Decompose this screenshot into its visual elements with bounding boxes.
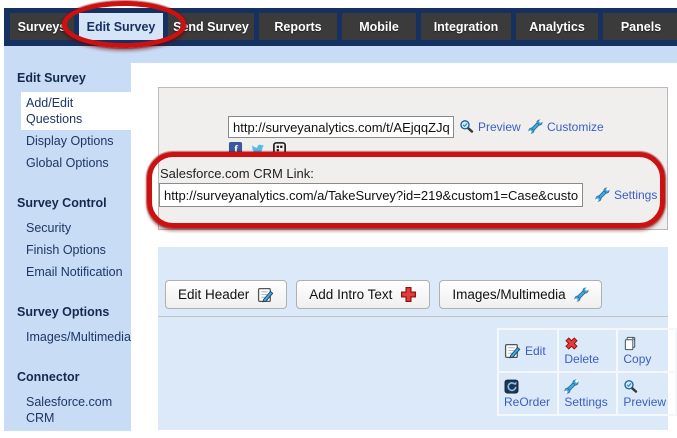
tab-reports[interactable]: Reports	[259, 13, 337, 40]
edit-action-label: Edit	[525, 344, 546, 358]
images-multimedia-button-label: Images/Multimedia	[452, 287, 565, 302]
edit-pad-icon	[504, 342, 521, 359]
magnifier-icon	[623, 379, 638, 394]
add-intro-text-button-label: Add Intro Text	[309, 287, 392, 302]
crm-settings-link[interactable]: Settings	[595, 187, 657, 202]
toolbar-divider	[158, 316, 668, 317]
sidebar-item-salesforce-crm[interactable]: Salesforce.com CRM	[4, 391, 131, 429]
tab-send-survey[interactable]: Send Survey	[168, 13, 254, 40]
survey-url-input[interactable]	[228, 116, 454, 138]
crm-url-input[interactable]	[159, 183, 583, 207]
preview-link[interactable]: Preview	[459, 119, 521, 134]
preview-link-label: Preview	[478, 120, 521, 134]
copy-action-label: Copy	[623, 352, 651, 366]
copy-action[interactable]: Copy	[617, 329, 676, 372]
plus-icon	[400, 286, 417, 303]
images-multimedia-button[interactable]: Images/Multimedia	[439, 280, 601, 309]
wrench-icon	[564, 379, 579, 394]
page: Surveys Edit Survey Send Survey Reports …	[0, 0, 677, 438]
crm-link-label: Salesforce.com CRM Link:	[160, 166, 314, 181]
facebook-icon[interactable]	[228, 141, 243, 156]
delete-action[interactable]: Delete	[558, 329, 617, 372]
reorder-action[interactable]: ReOrder	[498, 372, 558, 415]
survey-link-panel	[158, 87, 668, 230]
delete-action-label: Delete	[564, 352, 599, 366]
delete-x-icon	[564, 336, 579, 351]
wrench-icon	[528, 119, 543, 134]
social-share-row	[228, 141, 287, 156]
settings-action-label: Settings	[564, 395, 607, 409]
sidebar-section-connector: Connector	[17, 370, 131, 384]
toolbar: Edit Header Add Intro Text Images/Multim…	[165, 280, 602, 309]
copy-pages-icon	[623, 336, 638, 351]
sidebar-item-global-options[interactable]: Global Options	[4, 152, 131, 174]
settings-action[interactable]: Settings	[558, 372, 617, 415]
wrench-icon	[574, 287, 589, 302]
sidebar-section-edit-survey: Edit Survey	[17, 71, 131, 85]
edit-pad-icon	[257, 286, 274, 303]
sidebar-item-email-notification[interactable]: Email Notification	[4, 261, 131, 283]
reorder-arrows-icon	[504, 379, 519, 394]
question-actions-table: Edit Delete Copy ReOrder	[497, 328, 677, 416]
add-intro-text-button[interactable]: Add Intro Text	[296, 280, 430, 309]
tab-surveys[interactable]: Surveys	[10, 13, 74, 40]
wrench-icon	[595, 187, 610, 202]
reorder-action-label: ReOrder	[504, 395, 550, 409]
tab-panels[interactable]: Panels	[603, 13, 677, 40]
sidebar: Edit Survey Add/Edit Questions Display O…	[4, 46, 131, 431]
sidebar-item-images-multimedia[interactable]: Images/Multimedia	[4, 326, 131, 348]
tab-analytics[interactable]: Analytics	[516, 13, 598, 40]
sidebar-section-survey-options: Survey Options	[17, 305, 131, 319]
edit-header-button-label: Edit Header	[178, 287, 249, 302]
preview-action[interactable]: Preview	[617, 372, 676, 415]
qr-code-icon[interactable]	[272, 141, 287, 156]
twitter-bird-icon[interactable]	[250, 141, 265, 156]
magnifier-icon	[459, 119, 474, 134]
tab-integration[interactable]: Integration	[421, 13, 511, 40]
table-row: Edit Delete Copy	[498, 329, 676, 372]
sidebar-item-display-options[interactable]: Display Options	[4, 130, 131, 152]
sidebar-item-security[interactable]: Security	[4, 217, 131, 239]
preview-action-label: Preview	[623, 395, 666, 409]
edit-action[interactable]: Edit	[498, 329, 558, 372]
sidebar-item-finish-options[interactable]: Finish Options	[4, 239, 131, 261]
top-nav-bar: Surveys Edit Survey Send Survey Reports …	[4, 8, 677, 46]
customize-link[interactable]: Customize	[528, 119, 604, 134]
edit-header-button[interactable]: Edit Header	[165, 280, 287, 309]
sidebar-item-add-edit-questions[interactable]: Add/Edit Questions	[21, 92, 131, 130]
table-row: ReOrder Settings Preview	[498, 372, 676, 415]
tab-edit-survey[interactable]: Edit Survey	[79, 13, 163, 40]
sidebar-section-survey-control: Survey Control	[17, 196, 131, 210]
tab-mobile[interactable]: Mobile	[342, 13, 416, 40]
customize-link-label: Customize	[547, 120, 604, 134]
crm-settings-link-label: Settings	[614, 188, 657, 202]
